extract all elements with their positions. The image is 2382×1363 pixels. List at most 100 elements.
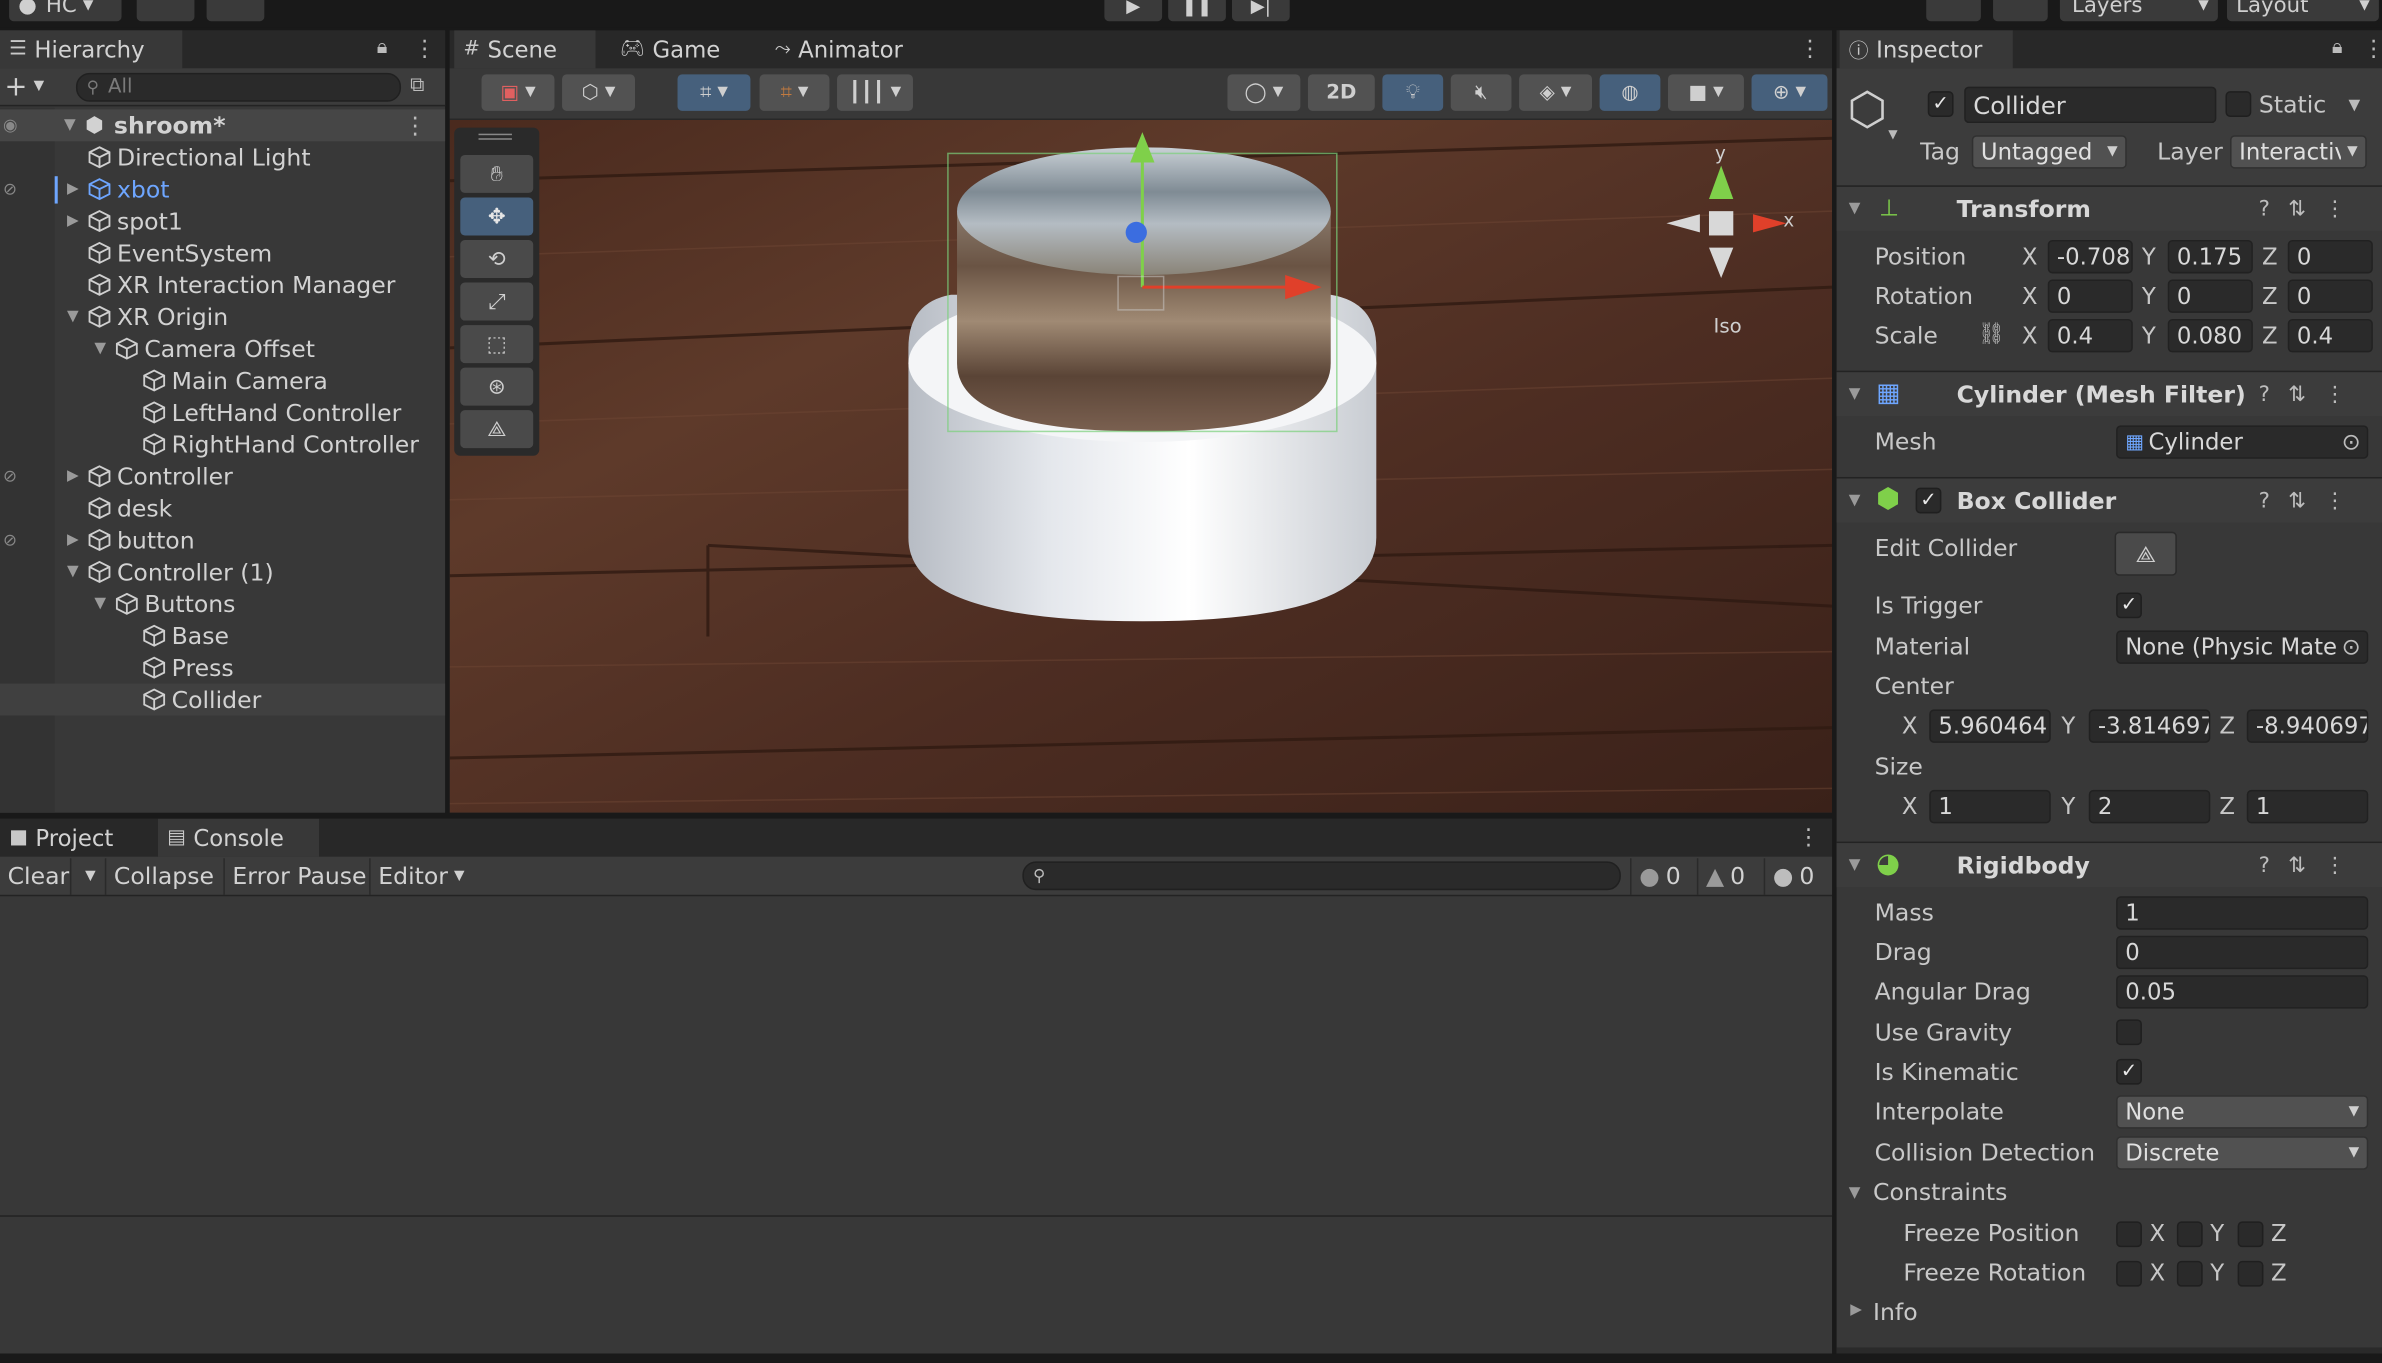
axis-y-label[interactable]: Y (2142, 243, 2156, 270)
cloud-button[interactable] (136, 0, 195, 22)
hidden-objects-button[interactable]: ◍ (1599, 74, 1661, 111)
play-button[interactable]: ▶ (1104, 0, 1163, 22)
edit-collider-button[interactable]: ⟁ (2114, 531, 2177, 576)
is-trigger-checkbox[interactable]: ✓ (2116, 592, 2142, 619)
info-fold-arrow-icon[interactable]: ▶ (1850, 1302, 1862, 1319)
scene-row[interactable]: ◉ ▼ ⬢ shroom* ⋮ (0, 109, 446, 142)
hierarchy-item-button[interactable]: ⊘ ▶ button (0, 524, 445, 556)
component-tools[interactable]: ?⇅⋮ (2259, 197, 2364, 221)
mesh-filter-header[interactable]: ▼ ▦ Cylinder (Mesh Filter) ?⇅⋮ (1836, 370, 2382, 417)
use-gravity-checkbox[interactable] (2116, 1019, 2142, 1046)
collapse-arrow-icon[interactable]: ▼ (64, 564, 82, 581)
hierarchy-item-xr-interaction-manager[interactable]: XR Interaction Manager (0, 269, 445, 301)
rotate-tool-button[interactable]: ⟲ (460, 240, 534, 278)
error-pause-toggle[interactable]: Error Pause (223, 858, 374, 895)
history-button[interactable] (1926, 0, 1981, 22)
console-search-input[interactable]: ⚲ (1022, 861, 1621, 891)
collision-detection-dropdown[interactable]: Discrete ▼ (2116, 1136, 2369, 1170)
object-name-input[interactable]: Collider (1964, 86, 2217, 124)
move-tool-button[interactable]: ✥ (460, 197, 534, 236)
constraints-fold-arrow-icon[interactable]: ▼ (1849, 1185, 1861, 1202)
hierarchy-item-righthand-controller[interactable]: RightHand Controller (0, 428, 445, 460)
hierarchy-item-event-system[interactable]: EventSystem (0, 237, 445, 269)
size-x-input[interactable]: 1 (1929, 789, 2051, 824)
rotation-z-input[interactable]: 0 (2287, 279, 2373, 313)
material-object-field[interactable]: None (Physic Mate ⊙ (2116, 630, 2369, 664)
drag-input[interactable]: 0 (2116, 935, 2369, 970)
axis-y-label[interactable]: Y (2061, 712, 2075, 739)
increment-snap-button[interactable]: ⌗ ▼ (759, 74, 830, 111)
hierarchy-item-base[interactable]: Base (0, 620, 445, 652)
scene-viewport[interactable]: y x Iso (449, 120, 1833, 813)
link-icon[interactable]: ⛓︎ (1978, 322, 2005, 346)
fold-arrow-icon[interactable]: ▼ (1849, 857, 1861, 874)
tab-inspector[interactable]: ⓘ Inspector (1839, 30, 2013, 69)
grid-snap-button[interactable]: ⌗ ▼ (677, 74, 751, 111)
create-button[interactable]: + ▼ (5, 71, 57, 103)
rigidbody-header[interactable]: ▼ ◕ Rigidbody ?⇅⋮ (1836, 841, 2382, 888)
toggle-2d-button[interactable]: 2D (1307, 74, 1375, 111)
tab-hierarchy[interactable]: ☰ Hierarchy (0, 30, 183, 69)
hierarchy-item-desk[interactable]: desk (0, 492, 445, 524)
layers-dropdown[interactable]: Layers ▼ (2059, 0, 2218, 22)
scale-y-input[interactable]: 0.080 (2167, 319, 2253, 353)
axis-z-label[interactable]: Z (2262, 283, 2278, 310)
size-y-input[interactable]: 2 (2088, 789, 2211, 824)
hierarchy-item-xbot[interactable]: ⊘ ▶ xbot (0, 173, 445, 205)
tab-console[interactable]: ▤ Console (157, 818, 320, 857)
object-picker-icon[interactable]: ⊙ (2342, 428, 2361, 455)
center-y-input[interactable]: -3.814697 (2088, 709, 2211, 743)
expand-arrow-icon[interactable]: ▼ (61, 117, 79, 134)
axis-y-label[interactable]: Y (2142, 322, 2156, 349)
hierarchy-item-spot1[interactable]: ▶ spot1 (0, 205, 445, 237)
component-tools[interactable]: ?⇅⋮ (2259, 382, 2364, 406)
mass-input[interactable]: 1 (2116, 896, 2369, 930)
box-collider-header[interactable]: ▼ ⬢ ✓ Box Collider ?⇅⋮ (1836, 476, 2382, 523)
clear-button[interactable]: Clear (0, 858, 77, 894)
render-mode-button[interactable]: ⬡ ▼ (562, 74, 635, 111)
layer-dropdown[interactable]: Interactiv ▼ (2230, 135, 2367, 169)
axis-z-label[interactable]: Z (2219, 712, 2235, 739)
axis-x-label[interactable]: X (1902, 793, 1918, 820)
error-count-toggle[interactable]: ● 0 (1763, 858, 1822, 895)
custom-tool-button[interactable]: ⟁ (460, 410, 534, 449)
hierarchy-item-directional-light[interactable]: Directional Light (0, 141, 445, 173)
center-z-input[interactable]: -8.940697 (2246, 709, 2369, 743)
eye-icon[interactable]: ◉ (3, 115, 18, 135)
hand-tool-button[interactable]: ✋︎ (460, 154, 534, 193)
account-dropdown[interactable]: ● HC ▼ (9, 0, 122, 22)
axis-z-label[interactable]: Z (2262, 322, 2278, 349)
hierarchy-item-main-camera[interactable]: Main Camera (0, 365, 445, 397)
tools-drag-handle[interactable] (478, 133, 512, 140)
step-button[interactable]: ▶| (1231, 0, 1290, 22)
hierarchy-item-controller[interactable]: ⊘ ▶ Controller (0, 460, 445, 492)
axis-z-label[interactable]: Z (2262, 243, 2278, 270)
position-z-input[interactable]: 0 (2287, 240, 2373, 274)
eye-slash-icon[interactable]: ⊘ (3, 530, 17, 550)
rotation-y-input[interactable]: 0 (2167, 279, 2253, 313)
freeze-rotation-x-checkbox[interactable] (2116, 1260, 2142, 1287)
collapse-arrow-icon[interactable]: ▼ (91, 340, 109, 357)
audio-button[interactable]: 🔇︎ (1450, 74, 1512, 111)
more-icon[interactable]: ⋮ (413, 35, 436, 62)
axis-x-label[interactable]: X (2022, 322, 2038, 349)
axis-z-label[interactable]: Z (2219, 793, 2235, 820)
gameobject-icon[interactable]: ⬡ (1847, 84, 1887, 137)
ruler-button[interactable]: ┃┃┃ ▼ (837, 74, 913, 111)
mesh-object-field[interactable]: ▦ Cylinder ⊙ (2116, 425, 2369, 459)
size-z-input[interactable]: 1 (2246, 789, 2369, 824)
scale-z-input[interactable]: 0.4 (2287, 319, 2373, 353)
angular-drag-input[interactable]: 0.05 (2116, 975, 2369, 1009)
expand-arrow-icon[interactable]: ▶ (64, 468, 82, 485)
axis-y-label[interactable]: Y (2061, 793, 2075, 820)
expand-arrow-icon[interactable]: ▶ (64, 213, 82, 230)
info-label[interactable]: Info (1873, 1299, 1918, 1326)
hierarchy-item-lefthand-controller[interactable]: LeftHand Controller (0, 396, 445, 428)
expand-arrow-icon[interactable]: ▶ (64, 532, 82, 549)
freeze-position-y-checkbox[interactable] (2176, 1221, 2203, 1248)
axis-x-label[interactable]: X (2022, 283, 2038, 310)
editor-dropdown[interactable]: Editor ▼ (369, 858, 472, 895)
more-icon[interactable]: ⋮ (1799, 35, 1822, 62)
shading-button[interactable]: ◯ ▼ (1227, 74, 1301, 111)
collapse-toggle[interactable]: Collapse (104, 858, 222, 895)
